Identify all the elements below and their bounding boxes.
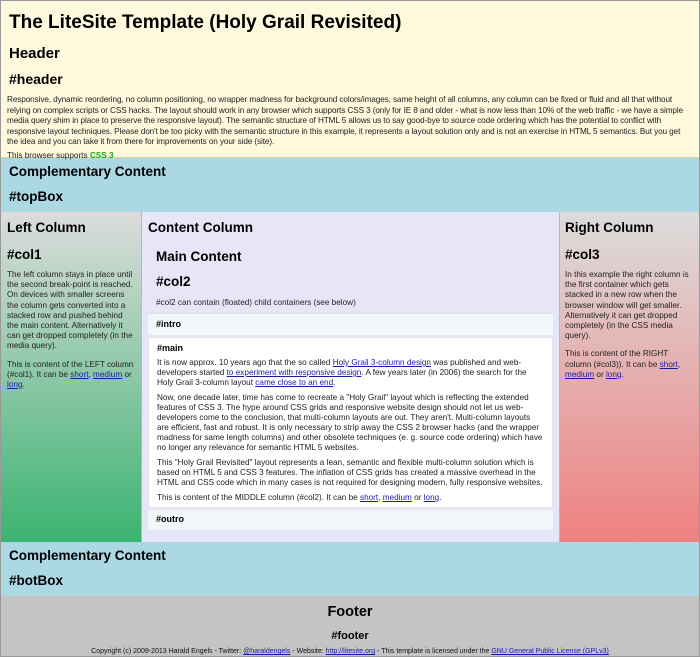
main-box-id: #main <box>157 343 184 353</box>
holy-grail-link[interactable]: Holy Grail 3-column design <box>333 358 431 367</box>
left-column-content: This is content of the LEFT column (#col… <box>7 360 135 391</box>
main-content-note: #col2 can contain (floated) child contai… <box>156 298 356 307</box>
close-to-end-link[interactable]: came close to an end <box>255 378 333 387</box>
website-link[interactable]: http://litesite.org <box>326 648 375 655</box>
content-column-title: Content Column <box>148 220 253 235</box>
right-column-content: This is content of the RIGHT column (#co… <box>565 349 681 379</box>
license-link[interactable]: GNU General Public License (GPLv3) <box>491 648 609 655</box>
left-column: Left Column #col1 The left column stays … <box>1 212 142 542</box>
right-short-link[interactable]: short <box>660 360 678 369</box>
copy-text-b: - Website: <box>292 648 324 655</box>
main-paragraph-1: It is now approx. 10 years ago that the … <box>157 358 544 388</box>
page-frame: The LiteSite Template (Holy Grail Revisi… <box>0 0 700 657</box>
content-long-link[interactable]: long <box>424 493 439 502</box>
support-value: CSS 3 <box>89 150 114 160</box>
bottom-box: Complementary Content #botBox <box>1 542 699 596</box>
p1-text-d: . <box>333 378 336 387</box>
content-short-link[interactable]: short <box>360 493 378 502</box>
main-box: #main It is now approx. 10 years ago tha… <box>148 337 553 508</box>
main-content-id: #col2 <box>156 274 191 289</box>
footer: Footer #footer Copyright (c) 2009-2013 H… <box>1 596 699 656</box>
bottom-box-title: Complementary Content <box>9 548 166 563</box>
period: . <box>22 380 25 390</box>
columns: Left Column #col1 The left column stays … <box>1 212 699 542</box>
right-column-title: Right Column <box>565 220 654 235</box>
left-column-title: Left Column <box>7 220 86 235</box>
footer-id: #footer <box>331 630 369 642</box>
support-prefix: This browser supports <box>7 150 88 160</box>
main-paragraph-3: This "Holy Grail Revisited" layout repre… <box>157 458 543 487</box>
right-column-text: In this example the right column is the … <box>565 270 689 341</box>
left-long-link[interactable]: long <box>7 380 22 389</box>
right-column-id: #col3 <box>565 247 600 262</box>
p1-text-a: It is now approx. 10 years ago that the … <box>157 358 331 367</box>
right-medium-link[interactable]: medium <box>565 370 594 379</box>
header-description: Responsive, dynamic reordering, no colum… <box>7 95 684 147</box>
right-long-link[interactable]: long <box>606 370 621 379</box>
top-box: Complementary Content #topBox <box>1 158 699 212</box>
separator: , <box>88 369 91 379</box>
top-box-id: #topBox <box>9 189 63 204</box>
main-paragraph-4: This is content of the MIDDLE column (#c… <box>157 493 442 502</box>
bottom-box-id: #botBox <box>9 573 63 588</box>
main-content-title: Main Content <box>156 249 242 264</box>
left-column-id: #col1 <box>7 247 42 262</box>
header-id: #header <box>9 71 63 87</box>
copy-text-c: - This template is licensed under the <box>377 648 490 655</box>
content-column: Content Column Main Content #col2 #col2 … <box>142 212 559 542</box>
left-column-text: The left column stays in place until the… <box>7 270 133 351</box>
twitter-link[interactable]: @haraldengels <box>243 648 290 655</box>
header: The LiteSite Template (Holy Grail Revisi… <box>1 1 699 160</box>
or-text: or <box>124 369 132 379</box>
main-content: Main Content #col2 #col2 can contain (fl… <box>148 249 553 307</box>
intro-box: #intro <box>148 313 553 335</box>
right-column: Right Column #col3 In this example the r… <box>559 212 699 542</box>
left-medium-link[interactable]: medium <box>93 370 122 379</box>
header-subtitle: Header <box>9 45 60 62</box>
right-content-prefix: This is content of the RIGHT column (#co… <box>565 349 669 369</box>
content-medium-link[interactable]: medium <box>383 493 412 502</box>
page-title: The LiteSite Template (Holy Grail Revisi… <box>9 12 402 33</box>
outro-box: #outro <box>148 510 553 530</box>
responsive-design-link[interactable]: to experiment with responsive design <box>227 368 362 377</box>
footer-title: Footer <box>327 604 373 620</box>
top-box-title: Complementary Content <box>9 164 166 179</box>
left-short-link[interactable]: short <box>70 370 88 379</box>
footer-copyright: Copyright (c) 2009-2013 Harald Engels - … <box>1 648 699 655</box>
copy-text-a: Copyright (c) 2009-2013 Harald Engels - … <box>91 648 242 655</box>
main-paragraph-2: Now, one decade later, time has come to … <box>157 393 543 452</box>
p4-prefix: This is content of the MIDDLE column (#c… <box>157 493 358 502</box>
